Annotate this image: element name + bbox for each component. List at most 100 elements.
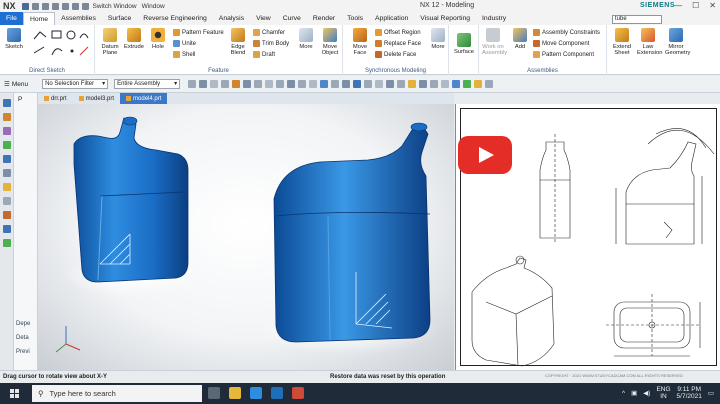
datum-plane-button[interactable]: Datum Plane [99,28,121,56]
process-studio-icon[interactable] [2,211,11,219]
system-scenes-icon[interactable] [2,225,11,233]
deselect-icon[interactable] [221,80,230,88]
light-icon[interactable] [474,80,483,88]
assembly-constraints-button[interactable]: Assembly Constraints [533,29,600,36]
tab-reverse-engineering[interactable]: Reverse Engineering [137,12,212,25]
color-icon[interactable] [463,80,472,88]
minimize-button[interactable]: — [674,1,682,10]
undo-icon[interactable] [31,2,39,10]
law-extension-button[interactable]: Law Extension [637,28,662,56]
graphics-window[interactable] [38,104,454,370]
pattern-feature-button[interactable]: Pattern Feature [173,29,224,36]
delete-face-button[interactable]: Delete Face [375,51,416,58]
tab-industry[interactable]: Industry [476,12,512,25]
taskbar-search-input[interactable]: ⚲ Type here to search [32,385,202,402]
shaded-icon[interactable] [353,80,362,88]
dependencies-panel[interactable]: Depe [16,321,30,327]
tab-curve[interactable]: Curve [277,12,307,25]
center-icon[interactable] [276,80,285,88]
menu-button[interactable]: ☰ Menu [4,80,28,89]
intersection-icon[interactable] [298,80,307,88]
tab-assemblies[interactable]: Assemblies [55,12,102,25]
end-point-icon[interactable] [254,80,263,88]
mirror-geometry-button[interactable]: Mirror Geometry [665,28,690,56]
section-icon[interactable] [375,80,384,88]
windows-start-icon[interactable] [10,389,19,398]
tab-application[interactable]: Application [369,12,414,25]
orient-view-icon[interactable] [386,80,395,88]
extend-sheet-button[interactable]: Extend Sheet [611,28,633,56]
cut-icon[interactable] [51,2,59,10]
snap-icon[interactable] [188,80,197,88]
clock[interactable]: 9:11 PM 5/7/2021 [677,386,702,400]
maximize-button[interactable]: ☐ [692,1,699,10]
unite-button[interactable]: Unite [173,40,196,47]
sketch-button[interactable]: Sketch [3,28,25,50]
hole-button[interactable]: Hole [147,28,169,50]
render-icon[interactable] [419,80,428,88]
constraint-navigator-icon[interactable] [2,127,11,135]
info-icon[interactable] [452,80,461,88]
visual-reporting-icon[interactable] [2,239,11,247]
assembly-navigator-icon[interactable] [2,113,11,121]
mid-point-icon[interactable] [265,80,274,88]
tab-tools[interactable]: Tools [341,12,369,25]
feature-more-button[interactable]: More [295,28,317,50]
sketch-tools-icons[interactable] [32,29,90,61]
network-icon[interactable]: ▣ [631,389,637,397]
task-view-icon[interactable] [208,387,220,399]
part-navigator-icon[interactable] [2,99,11,107]
shell-button[interactable]: Shell [173,51,195,58]
curve-snap-icon[interactable] [243,80,252,88]
preview-panel[interactable]: Previ [16,349,30,355]
tab-view[interactable]: View [250,12,277,25]
reuse-library-icon[interactable] [2,141,11,149]
switch-window-button[interactable]: Switch Window [92,3,138,10]
history-icon[interactable] [2,183,11,191]
chamfer-button[interactable]: Chamfer [253,29,285,36]
zoom-icon[interactable] [331,80,340,88]
camera-icon[interactable] [485,80,494,88]
offset-region-button[interactable]: Offset Region [375,29,421,36]
close-button[interactable]: ✕ [709,1,716,10]
highlight-icon[interactable] [408,80,417,88]
file-explorer-icon[interactable] [229,387,241,399]
rotate-icon[interactable] [342,80,351,88]
language-indicator[interactable]: ENG IN [656,386,670,400]
bottle-model-left[interactable] [63,116,203,298]
move-component-button[interactable]: Move Component [533,40,589,47]
move-object-button[interactable]: Move Object [319,28,341,56]
move-face-button[interactable]: Move Face [349,28,371,56]
command-search-input[interactable]: tube [612,15,662,24]
save-icon[interactable] [21,2,29,10]
doc-tab-model3[interactable]: model3.prt [73,93,120,104]
selection-scope-dropdown[interactable]: Entire Assembly [114,79,181,89]
sync-more-button[interactable]: More [427,28,449,50]
fit-view-icon[interactable] [320,80,329,88]
work-on-assembly-button[interactable]: Work on Assembly [482,28,507,56]
work-layer-icon[interactable] [397,80,406,88]
point-snap-icon[interactable] [232,80,241,88]
nx-app-icon[interactable] [271,387,283,399]
trim-body-button[interactable]: Trim Body [253,40,289,47]
tab-file[interactable]: File [0,12,23,25]
notification-icon[interactable]: ▭ [708,389,714,397]
volume-icon[interactable]: ◀) [643,389,650,397]
replace-face-button[interactable]: Replace Face [375,40,421,47]
measure-icon[interactable] [441,80,450,88]
paste-icon[interactable] [71,2,79,10]
draft-button[interactable]: Draft [253,51,275,58]
tab-analysis[interactable]: Analysis [213,12,250,25]
pattern-component-button[interactable]: Pattern Component [533,51,594,58]
surface-button[interactable]: Surface [453,33,475,55]
add-component-button[interactable]: Add [509,28,531,50]
extrude-button[interactable]: Extrude [123,28,145,50]
wireframe-icon[interactable] [364,80,373,88]
edge-blend-button[interactable]: Edge Blend [227,28,249,56]
browser-icon[interactable] [250,387,262,399]
details-panel[interactable]: Deta [16,335,29,341]
model-canvas[interactable] [38,104,454,370]
tab-render[interactable]: Render [307,12,341,25]
tangent-icon[interactable] [309,80,318,88]
select-all-icon[interactable] [210,80,219,88]
